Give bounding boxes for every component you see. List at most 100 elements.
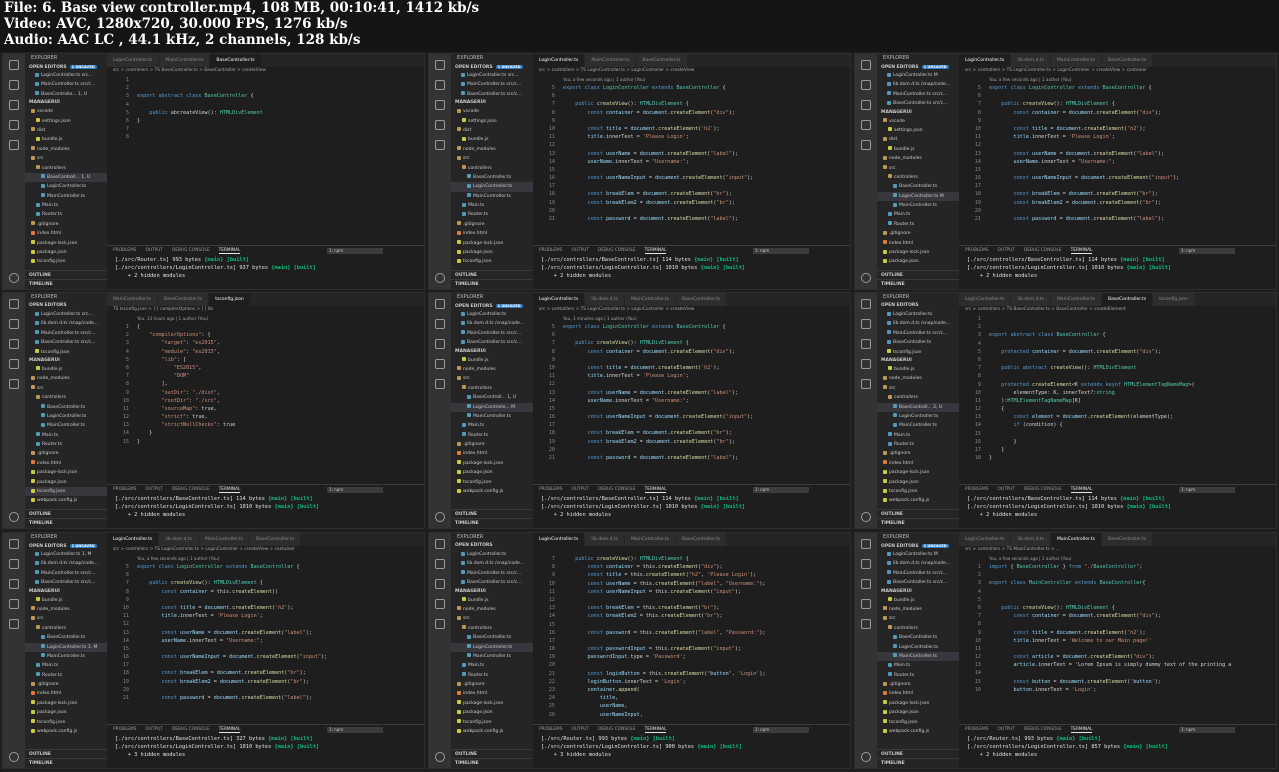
open-editor-item[interactable]: LoginController.ts	[451, 550, 533, 559]
file-tree-item[interactable]: controllers	[877, 393, 959, 402]
gear-icon[interactable]	[861, 512, 871, 522]
gear-icon[interactable]	[9, 273, 19, 283]
editor-tab[interactable]: BaseController.ts	[250, 533, 301, 546]
file-tree-item[interactable]: node_modules	[451, 605, 533, 614]
terminal-select[interactable]: 1: npm	[1179, 248, 1235, 254]
file-tree-item[interactable]: settings.json	[451, 117, 533, 126]
file-tree-item[interactable]: MainController.ts	[25, 652, 107, 661]
file-tree-item[interactable]: node_modules	[451, 145, 533, 154]
file-tree-item[interactable]: BaseController.ts	[877, 182, 959, 191]
file-tree-item[interactable]: node_modules	[877, 605, 959, 614]
file-tree-item[interactable]: node_modules	[451, 365, 533, 374]
terminal-select[interactable]: 1: npm	[753, 248, 809, 254]
file-tree-item[interactable]: Main.ts	[877, 431, 959, 440]
file-tree-item[interactable]: index.html	[877, 239, 959, 248]
file-tree-item[interactable]: node_modules	[877, 154, 959, 163]
panel-tab-problems[interactable]: PROBLEMS	[539, 248, 562, 253]
breadcrumb[interactable]: src > controllers > TS LoginController.t…	[107, 546, 424, 554]
panel-tab-problems[interactable]: PROBLEMS	[113, 248, 136, 253]
open-editor-item[interactable]: BaseController.ts src/c...	[877, 99, 959, 108]
panel-tab-terminal[interactable]: TERMINAL	[644, 248, 667, 254]
file-tree-item[interactable]: .gitignore	[451, 440, 533, 449]
panel-tab-terminal[interactable]: TERMINAL	[644, 487, 667, 493]
terminal-select[interactable]: 1: npm	[1179, 487, 1235, 493]
file-tree-item[interactable]: bundle.js	[451, 596, 533, 605]
extensions-icon[interactable]	[9, 140, 19, 150]
breadcrumb[interactable]: src > controllers > TS BaseController.ts…	[107, 67, 424, 75]
file-tree-item[interactable]: package-lock.json	[25, 239, 107, 248]
search-icon[interactable]	[861, 319, 871, 329]
file-tree-item[interactable]: src	[451, 374, 533, 383]
file-tree-item[interactable]: controllers	[451, 384, 533, 393]
search-icon[interactable]	[435, 559, 445, 569]
source-control-icon[interactable]	[861, 100, 871, 110]
code-editor[interactable]: You, a few seconds ago | 1 author (You) 1…	[959, 555, 1276, 694]
panel-tab-problems[interactable]: PROBLEMS	[965, 248, 988, 253]
editor-tab[interactable]: MainController.ts	[625, 533, 676, 546]
editor-tab[interactable]: MainController.ts	[625, 293, 676, 306]
open-editor-item[interactable]: lib.dom.d.ts /snap/code...	[451, 319, 533, 328]
open-editor-item[interactable]: lib.dom.d.ts /snap/code...	[25, 319, 107, 328]
project-header[interactable]: MANAGERUI	[451, 348, 533, 356]
panel-tab-output[interactable]: OUTPUT	[571, 727, 589, 732]
code-editor[interactable]: You, 13 hours ago | 1 author (You) 1{2 "c…	[107, 315, 424, 446]
open-editor-item[interactable]: MainController.ts src/c...	[25, 329, 107, 338]
source-control-icon[interactable]	[861, 579, 871, 589]
open-editor-item[interactable]: LoginController.ts src...	[25, 71, 107, 80]
file-tree-item[interactable]: package.json	[877, 257, 959, 266]
file-tree-item[interactable]: Main.ts	[877, 661, 959, 670]
open-editors-header[interactable]: OPEN EDITORS 1 UNSAVED	[25, 542, 107, 550]
file-tree-item[interactable]: dist	[451, 126, 533, 135]
debug-icon[interactable]	[9, 359, 19, 369]
file-tree-item[interactable]: BaseController.ts	[25, 403, 107, 412]
file-tree-item[interactable]: webpack.config.js	[451, 487, 533, 496]
file-tree-item[interactable]: tsconfig.json	[25, 257, 107, 266]
open-editor-item[interactable]: BaseController.ts src/c...	[25, 338, 107, 347]
file-tree-item[interactable]: MainController.ts	[877, 201, 959, 210]
file-tree-item[interactable]: src	[451, 614, 533, 623]
file-tree-item[interactable]: controllers	[25, 164, 107, 173]
open-editor-item[interactable]: MainController.ts src/c...	[451, 569, 533, 578]
files-icon[interactable]	[9, 539, 19, 549]
code-editor[interactable]: You, 3 minutes ago | 1 author (You) 5 expo…	[533, 315, 850, 462]
file-tree-item[interactable]: webpack.config.js	[25, 727, 107, 736]
file-tree-item[interactable]: package.json	[451, 468, 533, 477]
file-tree-item[interactable]: BaseControll... 2, U	[877, 402, 959, 412]
panel-tab-debug-console[interactable]: DEBUG CONSOLE	[172, 248, 210, 253]
editor-tab[interactable]: BaseController.ts	[1102, 533, 1153, 546]
editor-tab[interactable]: MainController.ts	[107, 293, 158, 306]
editor-tab[interactable]: lib.dom.d.ts	[1011, 54, 1051, 67]
file-tree-item[interactable]: settings.json	[25, 117, 107, 126]
search-icon[interactable]	[861, 80, 871, 90]
file-tree-item[interactable]: bundle.js	[25, 596, 107, 605]
code-editor[interactable]: 7 public createView(): HTMLDivElement {8…	[533, 555, 850, 719]
file-tree-item[interactable]: index.html	[877, 689, 959, 698]
panel-tab-problems[interactable]: PROBLEMS	[113, 727, 136, 732]
files-icon[interactable]	[861, 299, 871, 309]
editor-tab[interactable]: BaseController.ts	[1102, 293, 1153, 306]
timeline-section[interactable]: TIMELINE	[451, 518, 533, 528]
code-editor[interactable]: 1 2 3 export abstract class BaseController …	[107, 76, 424, 142]
file-tree-item[interactable]: LoginControlle... M	[451, 402, 533, 412]
file-tree-item[interactable]: node_modules	[25, 374, 107, 383]
file-tree-item[interactable]: index.html	[451, 229, 533, 238]
source-control-icon[interactable]	[9, 100, 19, 110]
panel-tab-debug-console[interactable]: DEBUG CONSOLE	[1024, 248, 1062, 253]
extensions-icon[interactable]	[9, 619, 19, 629]
terminal-select[interactable]: 1: npm	[1179, 727, 1235, 733]
panel-tab-terminal[interactable]: TERMINAL	[1070, 487, 1093, 493]
open-editor-item[interactable]: MainController.ts src/c...	[877, 329, 959, 338]
panel-tab-output[interactable]: OUTPUT	[571, 487, 589, 492]
editor-tab[interactable]: LoginController.ts	[107, 54, 159, 67]
editor-tab[interactable]: MainController.ts	[1051, 533, 1102, 546]
file-tree-item[interactable]: index.html	[25, 459, 107, 468]
open-editor-item[interactable]: lib.dom.d.ts /snap/code...	[877, 80, 959, 89]
file-tree-item[interactable]: vscode	[877, 117, 959, 126]
file-tree-item[interactable]: LoginController.ts 1, M	[25, 642, 107, 652]
open-editor-item[interactable]: LoginController.ts M	[877, 550, 959, 559]
panel-tab-terminal[interactable]: TERMINAL	[218, 487, 241, 493]
project-header[interactable]: MANAGERUI	[25, 99, 107, 107]
open-editor-item[interactable]: LoginController.ts 1, M	[25, 550, 107, 559]
panel-tab-problems[interactable]: PROBLEMS	[965, 487, 988, 492]
open-editor-item[interactable]: LoginController.ts src...	[451, 71, 533, 80]
